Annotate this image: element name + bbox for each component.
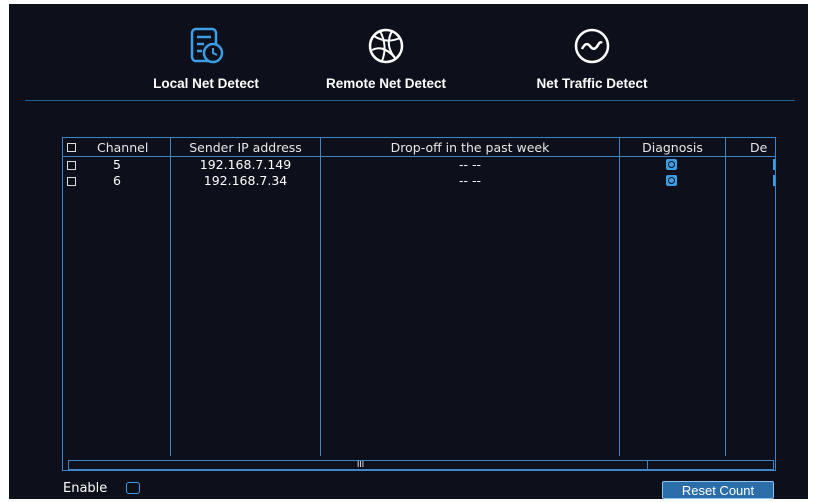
diagnosis-icon[interactable] bbox=[666, 175, 677, 186]
select-all-checkbox[interactable] bbox=[67, 143, 76, 152]
net-traffic-wave-icon bbox=[574, 28, 610, 64]
enable-checkbox[interactable] bbox=[126, 482, 140, 494]
scrollbar-thumb[interactable]: III bbox=[69, 461, 648, 469]
local-net-detect-icon bbox=[190, 27, 224, 64]
tab-remote-net-detect[interactable]: Remote Net Detect bbox=[306, 26, 466, 91]
header-de[interactable]: De bbox=[750, 140, 767, 155]
enable-label: Enable bbox=[63, 481, 108, 496]
column-divider bbox=[619, 138, 620, 456]
row-checkbox[interactable] bbox=[67, 161, 76, 170]
row-channel: 5 bbox=[113, 157, 121, 172]
tab-label: Net Traffic Detect bbox=[536, 76, 648, 91]
row-action-button[interactable] bbox=[773, 175, 775, 186]
horizontal-scrollbar[interactable]: III bbox=[68, 460, 774, 470]
reset-count-button[interactable]: Reset Count bbox=[662, 481, 774, 499]
tab-net-traffic-detect[interactable]: Net Traffic Detect bbox=[512, 26, 672, 91]
remote-net-globe-icon bbox=[368, 28, 404, 64]
row-sender-ip: 192.168.7.34 bbox=[203, 173, 288, 188]
network-detect-panel: Local Net Detect Remote Net Detect Net T… bbox=[9, 4, 808, 499]
header-diagnosis[interactable]: Diagnosis bbox=[620, 140, 725, 155]
column-divider bbox=[725, 138, 726, 456]
header-sender-ip[interactable]: Sender IP address bbox=[171, 140, 320, 155]
sender-table: Channel Sender IP address Drop-off in th… bbox=[62, 137, 776, 471]
tab-local-net-detect[interactable]: Local Net Detect bbox=[126, 26, 286, 91]
row-dropoff: -- -- bbox=[458, 157, 481, 172]
row-action-button[interactable] bbox=[773, 159, 775, 170]
tab-label: Remote Net Detect bbox=[325, 76, 447, 91]
header-dropoff[interactable]: Drop-off in the past week bbox=[321, 140, 619, 155]
row-channel: 6 bbox=[113, 173, 121, 188]
scrollbar-grip: III bbox=[357, 460, 365, 469]
tab-divider bbox=[25, 100, 795, 101]
row-sender-ip: 192.168.7.149 bbox=[199, 157, 292, 172]
header-channel[interactable]: Channel bbox=[97, 140, 148, 155]
diagnosis-icon[interactable] bbox=[666, 159, 677, 170]
row-checkbox[interactable] bbox=[67, 177, 76, 186]
tab-label: Local Net Detect bbox=[153, 76, 259, 91]
row-dropoff: -- -- bbox=[458, 173, 481, 188]
